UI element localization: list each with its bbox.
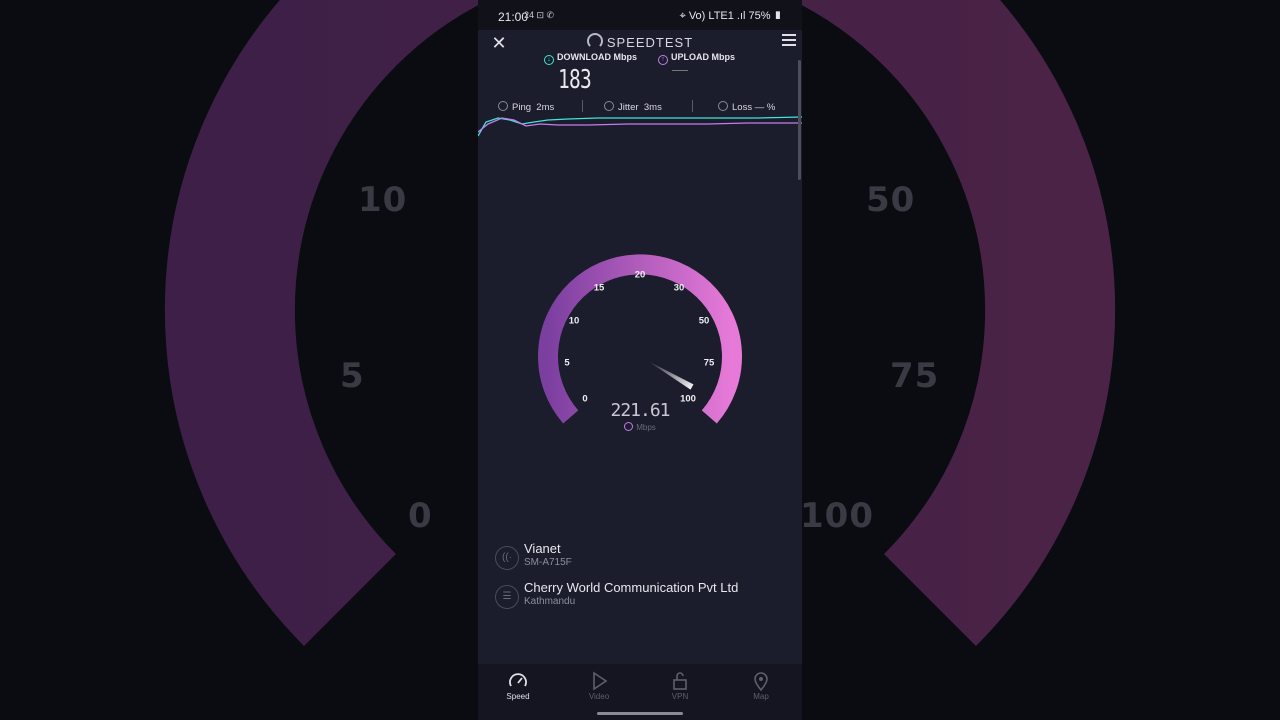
speed-graph	[478, 116, 802, 137]
status-network-text: Vo) LTE1 .ıl 75%	[688, 10, 771, 22]
upload-value-placeholder	[672, 70, 688, 71]
background-label-0: 0	[408, 496, 433, 536]
gauge-tick-label: 5	[564, 357, 570, 369]
nav-video-label: Video	[588, 692, 610, 701]
download-header: ↓ DOWNLOAD Mbps	[544, 52, 637, 65]
nav-speed-label: Speed	[506, 692, 530, 701]
nav-vpn-label: VPN	[671, 692, 689, 701]
background-label-100: 100	[800, 496, 874, 536]
scrollbar[interactable]	[798, 60, 801, 180]
upload-header: ↑ UPLOAD Mbps	[658, 52, 735, 65]
speedtest-app: ✕ SPEEDTEST ↓ DOWNLOAD Mbps ↑ UPLOAD Mbps …	[478, 30, 802, 664]
status-right-indicators: ⌖ Vo) LTE1 .ıl 75% ▮	[680, 10, 782, 23]
speedtest-logo-icon	[586, 33, 603, 49]
battery-icon: ▮	[770, 10, 782, 22]
map-pin-icon	[731, 670, 791, 692]
nav-speed[interactable]: Speed	[488, 670, 548, 701]
nav-map[interactable]: Map	[731, 670, 791, 701]
gauge-needle	[647, 360, 694, 390]
upload-graph-line	[478, 117, 802, 133]
background-label-50: 50	[866, 180, 916, 220]
gauge-tick-label: 30	[673, 282, 685, 294]
background-label-5: 5	[340, 356, 365, 396]
nav-video[interactable]: Video	[569, 670, 629, 701]
upload-arrow-icon: ↑	[658, 55, 668, 65]
download-label: DOWNLOAD Mbps	[557, 52, 637, 62]
status-bar: 21:00 24 ⊡ ✆ ⌖ Vo) LTE1 .ıl 75% ▮	[478, 0, 802, 30]
gauge-unit: Mbps	[530, 422, 750, 432]
speed-gauge: 0 5 10 15 20 30 50 75 100 221.61 Mbps	[530, 242, 750, 442]
nav-vpn[interactable]: VPN	[650, 670, 710, 701]
server-icon: ☰	[495, 585, 519, 609]
status-notification-icons: 24 ⊡ ✆	[524, 10, 555, 20]
background-label-10: 10	[358, 180, 408, 220]
download-value: 183	[558, 65, 592, 95]
lock-icon	[650, 670, 710, 692]
provider-name: Vianet	[524, 541, 561, 556]
server-name: Cherry World Communication Pvt Ltd	[524, 580, 739, 595]
gauge-tick-label: 15	[593, 282, 605, 294]
app-title: SPEEDTEST	[478, 33, 802, 50]
upload-label: UPLOAD Mbps	[671, 52, 735, 62]
gauge-tick-label: 50	[698, 315, 710, 327]
gauge-tick-label: 10	[568, 315, 580, 327]
server-location: Kathmandu	[524, 596, 576, 607]
app-title-text: SPEEDTEST	[606, 35, 694, 50]
gauge-tick-label: 75	[703, 357, 715, 369]
upload-arrow-icon	[624, 422, 634, 431]
gauge-unit-text: Mbps	[636, 423, 656, 432]
speed-icon	[488, 670, 548, 692]
location-icon: ⌖	[679, 10, 689, 22]
nav-map-label: Map	[753, 692, 769, 701]
phone-screen: 21:00 24 ⊡ ✆ ⌖ Vo) LTE1 .ıl 75% ▮ ✕ SPEE…	[478, 0, 802, 720]
background-label-75: 75	[890, 356, 940, 396]
home-indicator[interactable]	[597, 712, 683, 715]
play-icon	[569, 670, 629, 692]
device-name: SM-A715F	[524, 557, 572, 568]
download-arrow-icon: ↓	[544, 55, 554, 65]
gauge-value: 221.61	[610, 400, 670, 421]
menu-icon[interactable]	[782, 34, 796, 46]
wifi-icon: ((·	[495, 546, 519, 570]
gauge-tick-label: 20	[634, 269, 646, 281]
